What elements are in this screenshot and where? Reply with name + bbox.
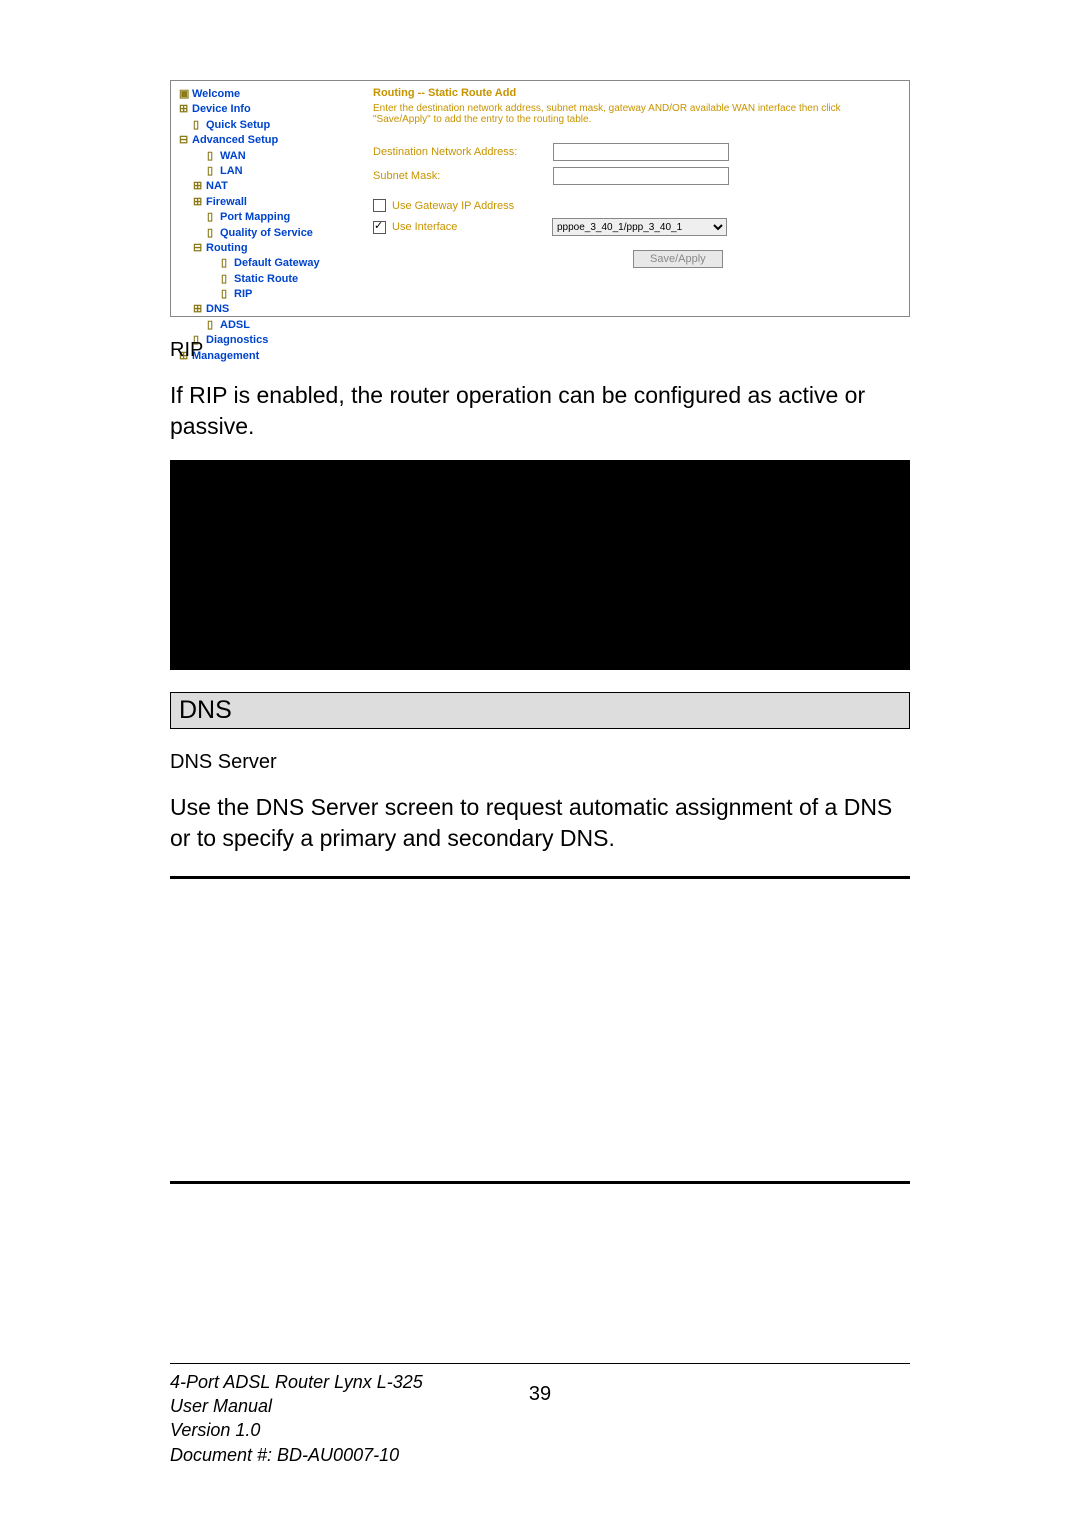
tree-advanced-setup[interactable]: ⊟Advanced Setup xyxy=(179,133,359,148)
tree-wan[interactable]: ▯WAN xyxy=(179,149,359,164)
use-interface-checkbox[interactable] xyxy=(373,221,386,234)
tree-qos[interactable]: ▯Quality of Service xyxy=(179,226,359,241)
tree-routing[interactable]: ⊟Routing xyxy=(179,241,359,256)
screenshot-static-route: ▣Welcome ⊞Device Info ▯Quick Setup ⊟Adva… xyxy=(170,80,910,317)
footer-line-4: Document #: BD-AU0007-10 xyxy=(170,1443,910,1467)
page-footer: 4-Port ADSL Router Lynx L-325 User Manua… xyxy=(170,1363,910,1467)
interface-select[interactable]: pppoe_3_40_1/ppp_3_40_1 xyxy=(552,218,727,236)
footer-line-3: Version 1.0 xyxy=(170,1418,910,1442)
tree-rip[interactable]: ▯RIP xyxy=(179,287,359,302)
tree-adsl[interactable]: ▯ADSL xyxy=(179,318,359,333)
footer-rule xyxy=(170,1363,910,1364)
tree-quick-setup[interactable]: ▯Quick Setup xyxy=(179,118,359,133)
use-gateway-label: Use Gateway IP Address xyxy=(392,200,514,212)
panel-desc: Enter the destination network address, s… xyxy=(373,103,899,125)
dest-network-input[interactable] xyxy=(553,143,729,161)
tree-port-mapping[interactable]: ▯Port Mapping xyxy=(179,210,359,225)
static-route-panel: Routing -- Static Route Add Enter the de… xyxy=(363,81,909,316)
page-number: 39 xyxy=(529,1383,551,1406)
subnet-mask-input[interactable] xyxy=(553,167,729,185)
screenshot-rip-config xyxy=(170,460,910,670)
rip-text: If RIP is enabled, the router operation … xyxy=(170,380,910,442)
subnet-mask-label: Subnet Mask: xyxy=(373,170,553,182)
use-gateway-checkbox[interactable] xyxy=(373,199,386,212)
use-interface-label: Use Interface xyxy=(392,221,552,233)
tree-static-route[interactable]: ▯Static Route xyxy=(179,272,359,287)
tree-welcome[interactable]: ▣Welcome xyxy=(179,87,359,102)
save-apply-button[interactable]: Save/Apply xyxy=(633,250,723,268)
dns-server-text: Use the DNS Server screen to request aut… xyxy=(170,792,910,854)
nav-tree: ▣Welcome ⊞Device Info ▯Quick Setup ⊟Adva… xyxy=(171,81,363,316)
tree-diagnostics[interactable]: ▯Diagnostics xyxy=(179,333,359,348)
blank-figure-area xyxy=(170,879,910,1159)
tree-dns[interactable]: ⊞DNS xyxy=(179,302,359,317)
dest-network-label: Destination Network Address: xyxy=(373,146,553,158)
tree-firewall[interactable]: ⊞Firewall xyxy=(179,195,359,210)
tree-default-gateway[interactable]: ▯Default Gateway xyxy=(179,256,359,271)
figure-rule-bottom xyxy=(170,1181,910,1184)
dns-section-bar: DNS xyxy=(170,692,910,729)
tree-nat[interactable]: ⊞NAT xyxy=(179,179,359,194)
panel-title: Routing -- Static Route Add xyxy=(373,87,899,99)
tree-lan[interactable]: ▯LAN xyxy=(179,164,359,179)
tree-management[interactable]: ⊞Management xyxy=(179,349,359,364)
dns-server-heading: DNS Server xyxy=(170,751,910,774)
tree-device-info[interactable]: ⊞Device Info xyxy=(179,102,359,117)
